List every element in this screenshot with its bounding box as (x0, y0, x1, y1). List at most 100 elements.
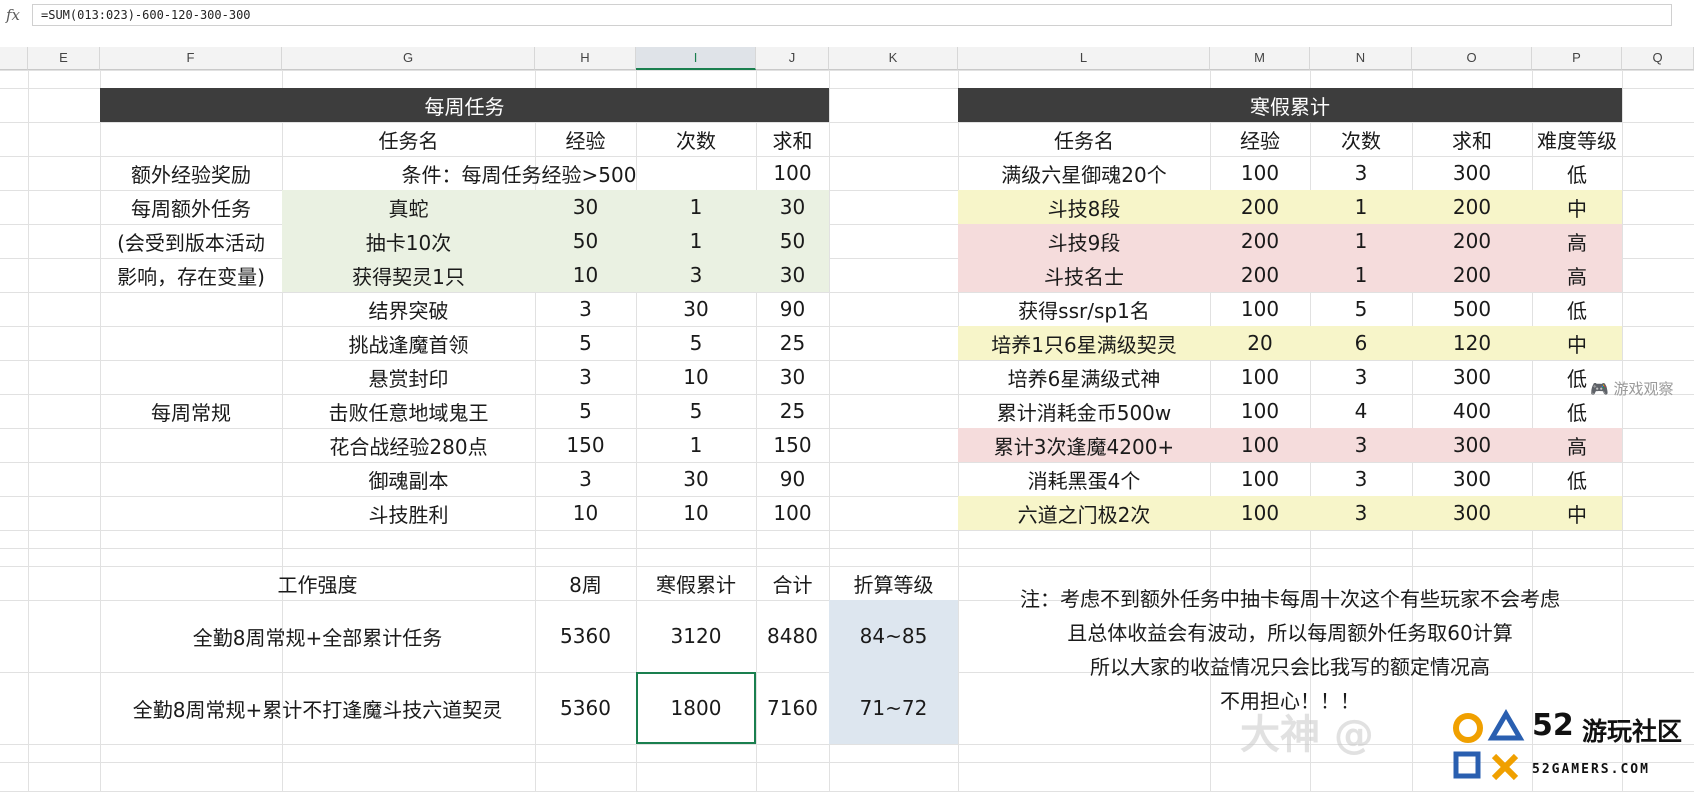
column-header-i[interactable]: I (636, 47, 756, 70)
winter-task-level[interactable]: 高 (1532, 258, 1622, 292)
extra-group-label[interactable]: 每周额外任务 (100, 190, 282, 224)
bonus-label[interactable]: 额外经验奖励 (100, 156, 282, 190)
summary-winter[interactable]: 3120 (636, 600, 756, 672)
weekly-task-name[interactable]: 斗技胜利 (282, 496, 535, 530)
weekly-task-count[interactable]: 1 (636, 428, 756, 462)
winter-task-exp[interactable]: 100 (1210, 394, 1310, 428)
weekly-task-count[interactable]: 3 (636, 258, 756, 292)
winter-task-level[interactable]: 高 (1532, 428, 1622, 462)
weekly-task-exp[interactable]: 3 (535, 292, 636, 326)
winter-task-exp[interactable]: 20 (1210, 326, 1310, 360)
winter-task-sum[interactable]: 300 (1412, 462, 1532, 496)
weekly-task-exp[interactable]: 150 (535, 428, 636, 462)
weekly-task-exp[interactable]: 10 (535, 496, 636, 530)
winter-task-exp[interactable]: 100 (1210, 462, 1310, 496)
winter-task-name[interactable]: 培养6星满级式神 (958, 360, 1210, 394)
weekly-task-sum[interactable]: 30 (756, 190, 829, 224)
bonus-condition[interactable]: 条件：每周任务经验>500 (282, 156, 756, 190)
summary-header-grade[interactable]: 折算等级 (829, 566, 958, 600)
winter-task-count[interactable]: 3 (1310, 360, 1412, 394)
winter-task-name[interactable]: 消耗黑蛋4个 (958, 462, 1210, 496)
winter-task-sum[interactable]: 120 (1412, 326, 1532, 360)
weekly-header-exp[interactable]: 经验 (535, 122, 636, 156)
winter-task-count[interactable]: 3 (1310, 156, 1412, 190)
winter-task-exp[interactable]: 100 (1210, 156, 1310, 190)
winter-task-exp[interactable]: 100 (1210, 496, 1310, 530)
weekly-task-count[interactable]: 5 (636, 394, 756, 428)
winter-task-exp[interactable]: 100 (1210, 360, 1310, 394)
winter-task-sum[interactable]: 300 (1412, 360, 1532, 394)
winter-task-name[interactable]: 培养1只6星满级契灵 (958, 326, 1210, 360)
column-header-h[interactable]: H (535, 47, 636, 70)
winter-task-level[interactable]: 中 (1532, 190, 1622, 224)
summary-weeks[interactable]: 5360 (535, 672, 636, 744)
winter-task-exp[interactable]: 200 (1210, 224, 1310, 258)
summary-total[interactable]: 7160 (756, 672, 829, 744)
winter-header-count[interactable]: 次数 (1310, 122, 1412, 156)
weekly-task-count[interactable]: 30 (636, 292, 756, 326)
winter-task-name[interactable]: 斗技8段 (958, 190, 1210, 224)
summary-weeks[interactable]: 5360 (535, 600, 636, 672)
winter-task-sum[interactable]: 400 (1412, 394, 1532, 428)
weekly-task-exp[interactable]: 3 (535, 360, 636, 394)
weekly-task-name[interactable]: 真蛇 (282, 190, 535, 224)
winter-header-level[interactable]: 难度等级 (1532, 122, 1622, 156)
weekly-task-count[interactable]: 1 (636, 224, 756, 258)
winter-task-exp[interactable]: 100 (1210, 428, 1310, 462)
winter-task-name[interactable]: 斗技名士 (958, 258, 1210, 292)
winter-task-name[interactable]: 获得ssr/sp1名 (958, 292, 1210, 326)
weekly-task-count[interactable]: 10 (636, 360, 756, 394)
column-header-m[interactable]: M (1210, 47, 1310, 70)
summary-header-winter[interactable]: 寒假累计 (636, 566, 756, 600)
summary-label[interactable]: 全勤8周常规+累计不打逢魔斗技六道契灵 (100, 672, 535, 744)
column-header-e[interactable]: E (28, 47, 100, 70)
winter-task-sum[interactable]: 500 (1412, 292, 1532, 326)
weekly-task-sum[interactable]: 100 (756, 496, 829, 530)
weekly-task-count[interactable]: 1 (636, 190, 756, 224)
winter-task-count[interactable]: 1 (1310, 258, 1412, 292)
column-header-p[interactable]: P (1532, 47, 1622, 70)
weekly-task-exp[interactable]: 3 (535, 462, 636, 496)
winter-task-sum[interactable]: 300 (1412, 156, 1532, 190)
weekly-task-name[interactable]: 挑战逢魔首领 (282, 326, 535, 360)
winter-task-level[interactable]: 高 (1532, 224, 1622, 258)
winter-task-count[interactable]: 3 (1310, 462, 1412, 496)
column-header-n[interactable]: N (1310, 47, 1412, 70)
winter-task-sum[interactable]: 200 (1412, 258, 1532, 292)
weekly-header-task[interactable]: 任务名 (282, 122, 535, 156)
winter-task-count[interactable]: 1 (1310, 190, 1412, 224)
weekly-task-name[interactable]: 花合战经验280点 (282, 428, 535, 462)
winter-task-name[interactable]: 六道之门极2次 (958, 496, 1210, 530)
winter-task-level[interactable]: 中 (1532, 496, 1622, 530)
extra-group-label[interactable]: 影响，存在变量) (100, 258, 282, 292)
weekly-task-name[interactable]: 击败任意地域鬼王 (282, 394, 535, 428)
column-header-o[interactable]: O (1412, 47, 1532, 70)
winter-task-level[interactable]: 低 (1532, 462, 1622, 496)
winter-task-exp[interactable]: 100 (1210, 292, 1310, 326)
weekly-task-exp[interactable]: 30 (535, 190, 636, 224)
winter-task-level[interactable]: 低 (1532, 292, 1622, 326)
weekly-task-sum[interactable]: 90 (756, 462, 829, 496)
weekly-task-count[interactable]: 5 (636, 326, 756, 360)
winter-task-count[interactable]: 3 (1310, 496, 1412, 530)
weekly-task-sum[interactable]: 150 (756, 428, 829, 462)
weekly-task-name[interactable]: 抽卡10次 (282, 224, 535, 258)
column-header-q[interactable]: Q (1622, 47, 1694, 70)
weekly-task-sum[interactable]: 30 (756, 360, 829, 394)
winter-task-count[interactable]: 4 (1310, 394, 1412, 428)
summary-label[interactable]: 全勤8周常规+全部累计任务 (100, 600, 535, 672)
weekly-task-count[interactable]: 10 (636, 496, 756, 530)
winter-task-exp[interactable]: 200 (1210, 258, 1310, 292)
weekly-task-count[interactable]: 30 (636, 462, 756, 496)
fx-icon[interactable]: fx (6, 6, 20, 24)
weekly-task-sum[interactable]: 90 (756, 292, 829, 326)
winter-task-count[interactable]: 5 (1310, 292, 1412, 326)
summary-total[interactable]: 8480 (756, 600, 829, 672)
extra-group-label[interactable]: (会受到版本活动 (100, 224, 282, 258)
winter-task-name[interactable]: 累计3次逢魔4200+ (958, 428, 1210, 462)
weekly-task-name[interactable]: 获得契灵1只 (282, 258, 535, 292)
weekly-task-name[interactable]: 结界突破 (282, 292, 535, 326)
winter-task-count[interactable]: 6 (1310, 326, 1412, 360)
routine-group-label[interactable]: 每周常规 (100, 292, 282, 530)
weekly-task-sum[interactable]: 50 (756, 224, 829, 258)
